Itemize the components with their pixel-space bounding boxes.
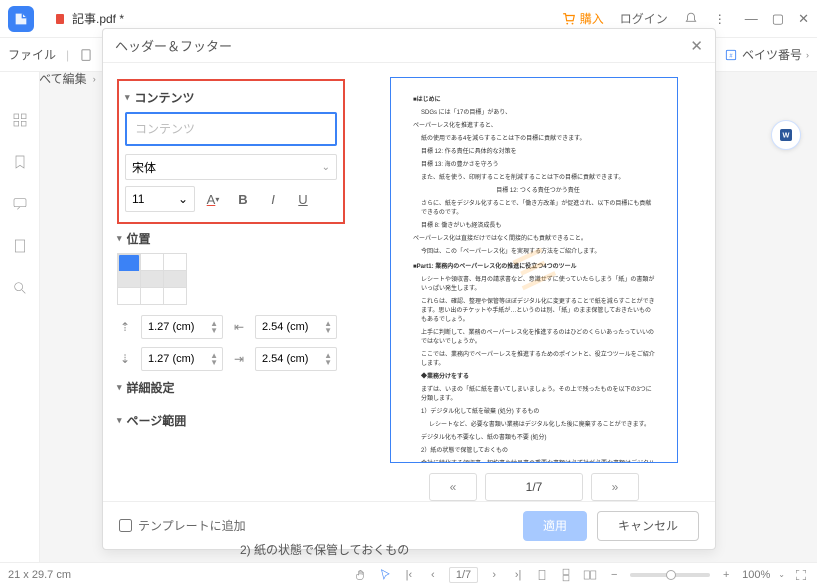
italic-button[interactable]: I: [261, 187, 285, 211]
search-icon[interactable]: [12, 280, 28, 296]
single-page-view[interactable]: [534, 567, 550, 583]
pager-next[interactable]: »: [591, 473, 639, 501]
cancel-button[interactable]: キャンセル: [597, 511, 699, 541]
background-text-peek: 2) 紙の状態で保管しておくもの: [240, 541, 409, 558]
bell-button[interactable]: [684, 12, 698, 26]
margin-right-input[interactable]: 2.54 (cm)▲▼: [255, 347, 337, 371]
section-page-range[interactable]: ページ範囲: [117, 412, 345, 429]
margin-right-icon: ⇥: [231, 352, 247, 366]
margin-bottom-input[interactable]: 1.27 (cm)▲▼: [141, 347, 223, 371]
bold-button[interactable]: B: [231, 187, 255, 211]
section-position[interactable]: 位置: [117, 230, 345, 247]
hand-tool[interactable]: [353, 567, 369, 583]
fullscreen-button[interactable]: [793, 567, 809, 583]
tab-title: 記事.pdf *: [72, 10, 124, 27]
continuous-view[interactable]: [558, 567, 574, 583]
zoom-slider[interactable]: [630, 573, 710, 577]
margin-left-input[interactable]: 2.54 (cm)▲▼: [255, 315, 337, 339]
preview-pager: « 1 / 7 »: [429, 473, 639, 501]
attachment-icon[interactable]: [12, 238, 28, 254]
settings-panel: コンテンツ 宋体 ⌄ 11 ⌄ A▾ B I U 位置: [103, 73, 359, 501]
svg-text:W: W: [783, 131, 790, 140]
pos-top-center[interactable]: [141, 254, 163, 270]
margin-top-input[interactable]: 1.27 (cm)▲▼: [141, 315, 223, 339]
login-link[interactable]: ログイン: [620, 10, 668, 27]
pos-mid-center: [141, 271, 163, 287]
pos-bot-center[interactable]: [141, 288, 163, 304]
app-logo: [8, 6, 34, 32]
menu-recent[interactable]: [79, 48, 93, 62]
pos-top-right[interactable]: [164, 254, 186, 270]
dialog-header: ヘッダー＆フッター ✕: [103, 29, 715, 63]
content-input[interactable]: [125, 112, 337, 146]
highlighted-section: コンテンツ 宋体 ⌄ 11 ⌄ A▾ B I U: [117, 79, 345, 224]
zoom-in[interactable]: +: [718, 567, 734, 583]
section-content[interactable]: コンテンツ: [125, 89, 337, 106]
pos-mid-right: [164, 271, 186, 287]
bell-icon: [684, 12, 698, 26]
pos-bot-right[interactable]: [164, 288, 186, 304]
pager-label: 1 / 7: [485, 473, 583, 501]
zoom-value[interactable]: 100%: [742, 569, 770, 581]
two-page-view[interactable]: [582, 567, 598, 583]
pos-bot-left[interactable]: [118, 288, 140, 304]
close-button[interactable]: ✕: [798, 11, 809, 27]
preview-panel: 三 ■はじめに SDGs には「17の目標」があり、 ペーパーレス化を推進すると…: [359, 73, 715, 501]
position-grid: [117, 253, 187, 305]
select-tool[interactable]: [377, 567, 393, 583]
nav-next[interactable]: ›: [486, 567, 502, 583]
status-bar: 21 x 29.7 cm |‹ ‹ 1/7 › ›| − + 100% ⌄: [0, 562, 817, 586]
save-template-checkbox[interactable]: テンプレートに追加: [119, 517, 246, 534]
comment-icon[interactable]: [12, 196, 28, 212]
svg-text:#: #: [729, 53, 733, 59]
page-indicator[interactable]: 1/7: [449, 567, 478, 583]
bates-number[interactable]: # ベイツ番号›: [724, 46, 809, 63]
zoom-out[interactable]: −: [606, 567, 622, 583]
word-export-badge[interactable]: W: [771, 120, 801, 150]
header-footer-dialog: ヘッダー＆フッター ✕ コンテンツ 宋体 ⌄ 11 ⌄ A▾ B I: [102, 28, 716, 550]
nav-last[interactable]: ›|: [510, 567, 526, 583]
margin-top-icon: ⇡: [117, 320, 133, 334]
doc-small-icon: [79, 48, 93, 62]
font-value: 宋体: [132, 159, 156, 176]
nav-prev[interactable]: ‹: [425, 567, 441, 583]
font-color-button[interactable]: A▾: [201, 187, 225, 211]
page-dimensions: 21 x 29.7 cm: [8, 569, 71, 581]
section-advanced[interactable]: 詳細設定: [117, 379, 345, 396]
margin-left-icon: ⇤: [231, 320, 247, 334]
dialog-title: ヘッダー＆フッター: [115, 36, 232, 55]
page-preview: 三 ■はじめに SDGs には「17の目標」があり、 ペーパーレス化を推進すると…: [390, 77, 678, 463]
font-select[interactable]: 宋体 ⌄: [125, 154, 337, 180]
font-size-select[interactable]: 11 ⌄: [125, 186, 195, 212]
chevron-right-icon: ›: [806, 50, 809, 60]
chevron-down-icon: ⌄: [322, 162, 330, 173]
nav-first[interactable]: |‹: [401, 567, 417, 583]
word-icon: W: [778, 127, 794, 143]
chevron-down-icon: ⌄: [178, 192, 188, 206]
left-rail: [0, 72, 40, 562]
minimize-button[interactable]: —: [745, 11, 758, 27]
apply-button[interactable]: 適用: [523, 511, 587, 541]
margin-bottom-icon: ⇣: [117, 352, 133, 366]
kebab-icon: ⋮: [714, 12, 727, 26]
bookmark-icon[interactable]: [12, 154, 28, 170]
cart-icon: [562, 12, 576, 26]
underline-button[interactable]: U: [291, 187, 315, 211]
dialog-close-button[interactable]: ✕: [690, 37, 703, 55]
pdf-icon: [54, 12, 66, 26]
thumbnails-icon[interactable]: [12, 112, 28, 128]
menu-file[interactable]: ファイル: [8, 46, 56, 63]
hash-icon: #: [724, 48, 738, 62]
chevron-down-icon: ⌄: [778, 570, 785, 579]
pager-prev[interactable]: «: [429, 473, 477, 501]
kebab-button[interactable]: ⋮: [714, 12, 727, 26]
maximize-button[interactable]: ▢: [772, 11, 784, 27]
buy-link[interactable]: 購入: [562, 10, 604, 27]
pos-mid-left: [118, 271, 140, 287]
